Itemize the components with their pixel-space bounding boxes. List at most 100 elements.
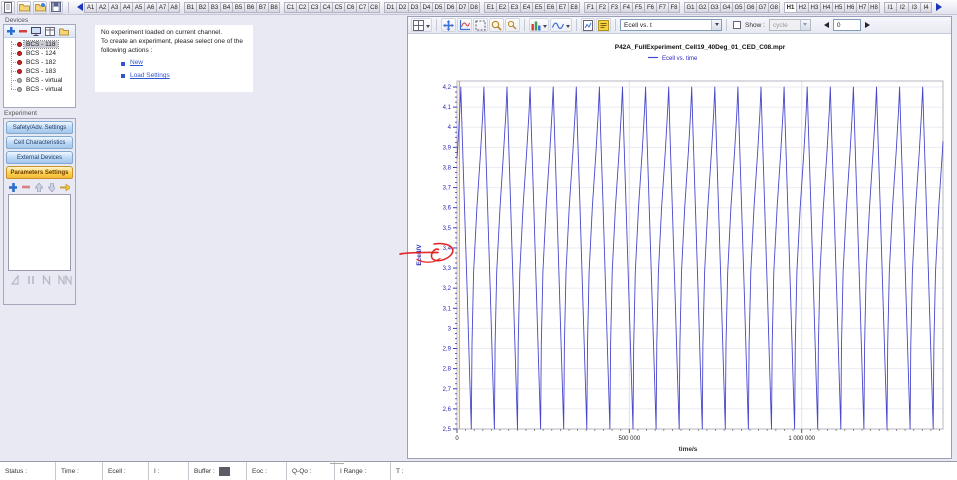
channel-button-H2[interactable]: H2 [796,2,808,13]
axis-zoom-button[interactable] [457,18,472,32]
move-up-icon[interactable] [35,183,42,192]
channel-button-A8[interactable]: A8 [168,2,180,13]
combobox-dropdown-button[interactable] [711,20,721,30]
channel-button-D5[interactable]: D5 [432,2,444,13]
channel-button-G7[interactable]: G7 [756,2,768,13]
channel-button-E5[interactable]: E5 [532,2,544,13]
remove-step-icon[interactable] [22,185,30,189]
device-item-bcs-118[interactable]: BCS - 118 [4,40,75,49]
channel-button-D7[interactable]: D7 [456,2,468,13]
new-experiment-button[interactable] [1,1,15,14]
device-table-icon[interactable] [45,27,55,36]
channel-button-A7[interactable]: A7 [156,2,168,13]
channel-button-D8[interactable]: D8 [468,2,480,13]
channel-button-B5[interactable]: B5 [232,2,244,13]
channel-button-I4[interactable]: I4 [920,2,932,13]
channel-button-B7[interactable]: B7 [256,2,268,13]
device-item-bcs-virtual[interactable]: BCS - virtual [4,85,75,94]
cycle-spinner-field[interactable]: 0 [833,19,861,31]
channel-button-B3[interactable]: B3 [208,2,220,13]
channel-button-B2[interactable]: B2 [196,2,208,13]
channel-button-C4[interactable]: C4 [320,2,332,13]
channel-button-F5[interactable]: F5 [632,2,644,13]
channel-button-E2[interactable]: E2 [496,2,508,13]
channel-button-A4[interactable]: A4 [120,2,132,13]
device-item-bcs-virtual[interactable]: BCS - virtual [4,76,75,85]
layout-grid-button[interactable] [411,18,432,32]
channel-button-A2[interactable]: A2 [96,2,108,13]
skip-all-icon[interactable] [58,275,72,285]
open-button[interactable] [17,1,31,14]
move-down-icon[interactable] [48,183,55,192]
channel-button-A3[interactable]: A3 [108,2,120,13]
channel-button-I3[interactable]: I3 [908,2,920,13]
zoom-box-button[interactable] [473,18,488,32]
next-technique-icon[interactable] [11,275,20,285]
channel-button-D3[interactable]: D3 [408,2,420,13]
channel-button-G4[interactable]: G4 [720,2,732,13]
channel-button-D4[interactable]: D4 [420,2,432,13]
link-load-settings[interactable]: Load Settings [130,72,170,81]
channel-button-E3[interactable]: E3 [508,2,520,13]
pause-icon[interactable] [27,275,35,285]
channel-button-D1[interactable]: D1 [384,2,396,13]
channel-button-A6[interactable]: A6 [144,2,156,13]
channel-button-C1[interactable]: C1 [284,2,296,13]
cycle-spinner-decrement-button[interactable] [821,22,829,28]
device-folder-icon[interactable] [59,27,69,36]
curve-style-button[interactable] [550,18,572,32]
channel-button-C7[interactable]: C7 [356,2,368,13]
channel-button-D2[interactable]: D2 [396,2,408,13]
experiment-tab-external-devices[interactable]: External Devices [6,151,73,164]
zoom-in-button[interactable] [489,18,504,32]
channel-button-C5[interactable]: C5 [332,2,344,13]
channel-button-G2[interactable]: G2 [696,2,708,13]
insert-step-icon[interactable] [60,183,70,192]
channel-button-H5[interactable]: H5 [832,2,844,13]
channel-button-I2[interactable]: I2 [896,2,908,13]
pan-button[interactable] [441,18,456,32]
show-checkbox[interactable] [733,21,741,29]
next-sequence-icon[interactable] [42,275,51,285]
combobox-dropdown-button[interactable] [800,20,810,30]
channel-button-H1[interactable]: H1 [784,2,796,13]
experiment-tab-safety-adv-settings[interactable]: Safety/Adv. Settings [6,121,73,134]
channels-scroll-right-button[interactable] [936,2,945,13]
channel-button-F3[interactable]: F3 [608,2,620,13]
channel-button-E6[interactable]: E6 [544,2,556,13]
cycle-spinner-increment-button[interactable] [865,22,873,28]
channel-button-H3[interactable]: H3 [808,2,820,13]
experiment-tab-cell-characteristics[interactable]: Cell Characteristics [6,136,73,149]
load-settings-button[interactable] [33,1,47,14]
chart-area[interactable]: 4,24,143,93,83,73,63,53,43,33,23,132,92,… [408,34,951,458]
copy-graph-button[interactable] [581,18,595,32]
channel-button-E1[interactable]: E1 [484,2,496,13]
device-item-bcs-183[interactable]: BCS - 183 [4,67,75,76]
cycle-combobox[interactable]: cycle [769,19,811,31]
channel-button-G6[interactable]: G6 [744,2,756,13]
channel-button-I1[interactable]: I1 [884,2,896,13]
graph-properties-button[interactable] [596,18,611,32]
channel-button-F8[interactable]: F8 [668,2,680,13]
device-monitor-icon[interactable] [31,27,41,36]
save-button[interactable] [49,1,63,14]
channel-button-G1[interactable]: G1 [684,2,696,13]
channel-button-E7[interactable]: E7 [556,2,568,13]
channels-scroll-left-button[interactable] [73,2,82,13]
channel-button-G3[interactable]: G3 [708,2,720,13]
device-item-bcs-182[interactable]: BCS - 182 [4,58,75,67]
ecell-vs-time-chart[interactable]: 4,24,143,93,83,73,63,53,43,33,23,132,92,… [408,34,951,458]
channel-button-G5[interactable]: G5 [732,2,744,13]
plot-type-combobox[interactable]: Ecell vs. t [620,19,722,31]
remove-device-icon[interactable] [19,27,27,35]
channel-button-C8[interactable]: C8 [368,2,380,13]
channel-button-E4[interactable]: E4 [520,2,532,13]
channel-button-F1[interactable]: F1 [584,2,596,13]
device-item-bcs-124[interactable]: BCS - 124 [4,49,75,58]
channel-button-H6[interactable]: H6 [844,2,856,13]
channel-button-G8[interactable]: G8 [768,2,780,13]
add-device-icon[interactable] [7,27,15,35]
chart-format-button[interactable] [529,18,549,32]
experiment-tab-parameters-settings[interactable]: Parameters Settings [6,166,73,179]
link-new[interactable]: New [130,59,143,68]
